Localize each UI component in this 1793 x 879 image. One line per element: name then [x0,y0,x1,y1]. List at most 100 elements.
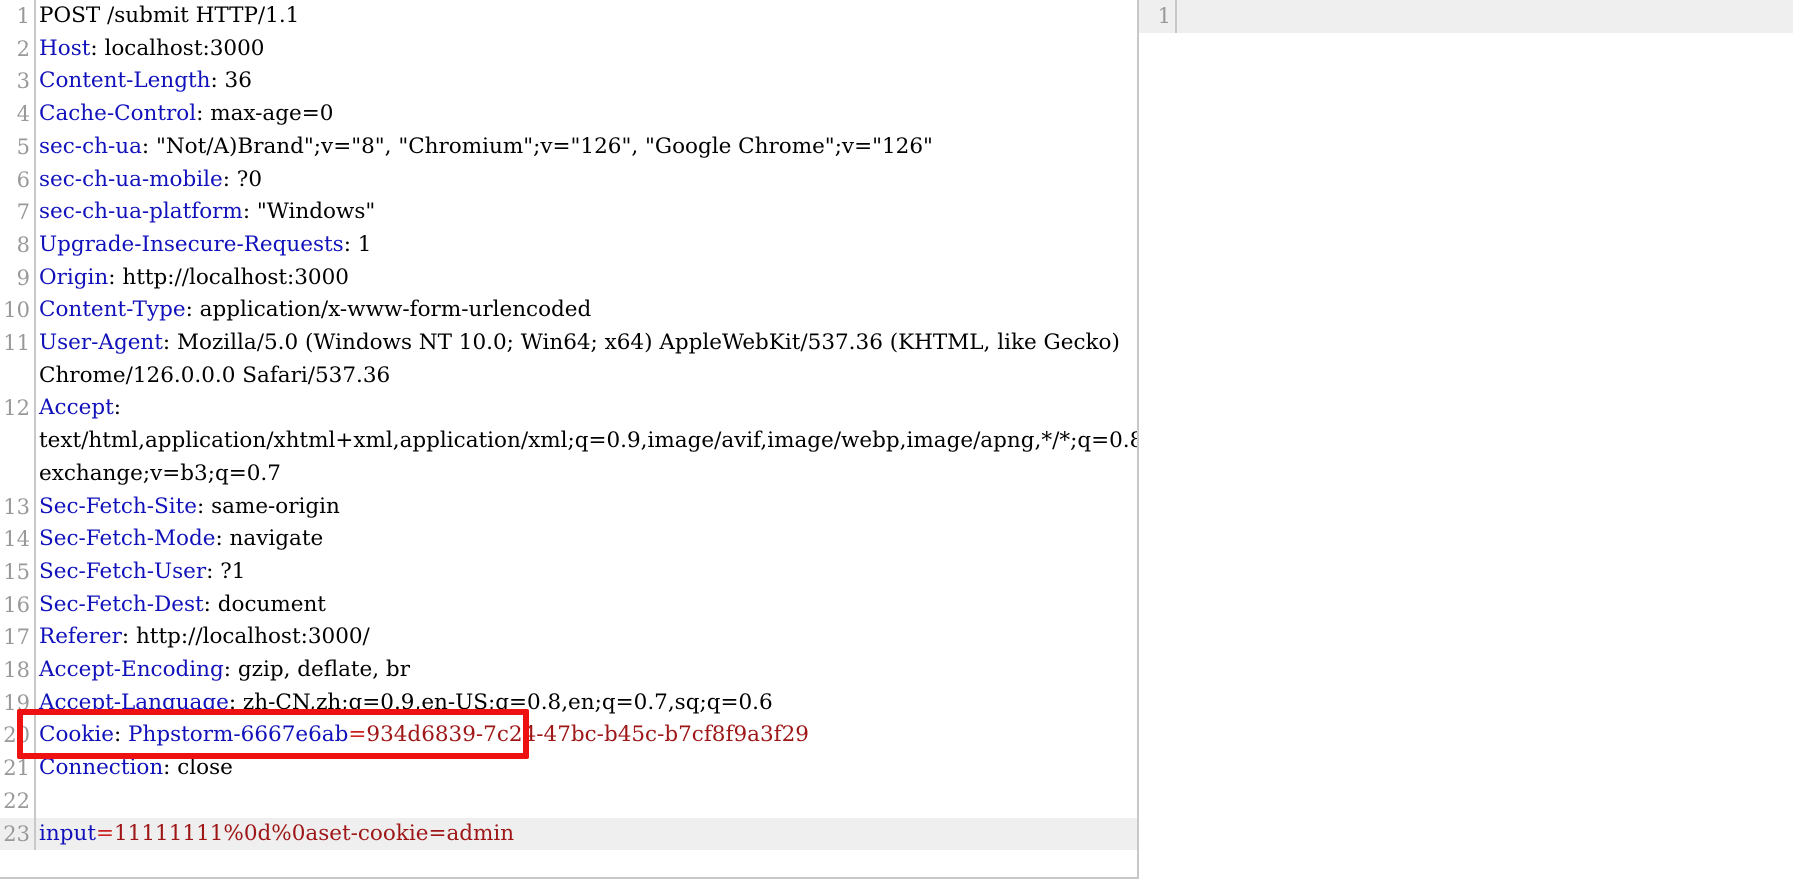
code-line-text[interactable]: Sec-Fetch-Site: same-origin [36,491,1137,524]
code-line-text[interactable]: Sec-Fetch-User: ?1 [36,556,1137,589]
code-token: : 36 [210,68,252,94]
code-token: : close [163,755,233,781]
line-number: 16 [3,592,30,617]
code-line-text[interactable]: Connection: close [36,752,1137,785]
code-token: Accept [39,395,114,421]
code-line[interactable]: 15 Sec-Fetch-User: ?1 [0,555,1137,589]
code-token: : "Windows" [242,199,376,225]
line-number: 11 [3,331,30,356]
code-line[interactable]: 13 Sec-Fetch-Site: same-origin [0,490,1137,524]
code-line-text[interactable]: Content-Length: 36 [36,65,1137,98]
code-token: : navigate [215,526,324,552]
code-line[interactable]: 5 sec-ch-ua: "Not/A)Brand";v="8", "Chromi… [0,130,1137,164]
line-number: 7 [16,200,30,225]
code-line[interactable]: 23 input=11111111%0d%0aset-cookie=admin [0,817,1137,851]
code-token: Accept-Encoding [39,657,224,683]
code-line-text[interactable]: sec-ch-ua-platform: "Windows" [36,196,1137,229]
code-line[interactable]: 18 Accept-Encoding: gzip, deflate, br [0,654,1137,687]
code-line[interactable]: 10 Content-Type: application/x-www-form-u… [0,294,1137,328]
code-token: Sec-Fetch-Dest [39,591,204,617]
code-token: : http://localhost:3000 [108,264,349,290]
code-token: : ?1 [206,558,246,584]
code-line-text[interactable] [36,785,1137,818]
code-line-text[interactable]: Upgrade-Insecure-Requests: 1 [36,229,1137,262]
code-line-text[interactable]: Sec-Fetch-Mode: navigate [36,523,1137,556]
line-number: 4 [16,102,30,127]
code-token: Cookie [39,722,114,748]
code-line[interactable]: 21 Connection: close [0,752,1137,785]
line-number: 1 [16,4,30,28]
line-number: 18 [3,658,30,683]
code-line[interactable]: 16 Sec-Fetch-Dest: document [0,588,1137,622]
request-line-list[interactable]: 1 POST /submit HTTP/1.1 2 Host: localhost:3… [0,0,1137,851]
code-line[interactable]: 1 [1139,0,1793,33]
code-line[interactable]: 8 Upgrade-Insecure-Requests: 1 [0,228,1137,262]
code-line-text[interactable]: Cache-Control: max-age=0 [36,98,1137,131]
line-number: 6 [16,167,30,192]
line-number: 5 [16,134,30,159]
code-token: User-Agent [39,330,163,356]
code-line[interactable]: 2 Host: localhost:3000 [0,32,1137,66]
code-line-text[interactable]: Accept-Encoding: gzip, deflate, br [36,654,1137,687]
code-line[interactable]: 20 Cookie: Phpstorm-6667e6ab=934d6839-7c2… [0,719,1137,753]
code-token: Origin [39,264,109,290]
line-number: 21 [3,756,30,781]
code-line[interactable]: 11 User-Agent: Mozilla/5.0 (Windows NT 10… [0,327,1137,393]
code-line[interactable]: 19 Accept-Language: zh-CN,zh;q=0.9,en-US;… [0,686,1137,720]
line-number: 12 [3,396,30,421]
line-number: 10 [3,298,30,323]
code-line-text[interactable]: Origin: http://localhost:3000 [36,262,1137,295]
line-number: 15 [3,559,30,584]
line-number: 1 [1139,0,1175,33]
code-token: : ?0 [222,166,263,192]
request-pane[interactable]: 1 POST /submit HTTP/1.1 2 Host: localhost:3… [0,0,1137,879]
line-number: 22 [3,788,30,813]
line-number: 14 [3,527,30,552]
code-token: sec-ch-ua-mobile [39,166,223,192]
line-number: 9 [16,265,30,290]
code-line-text[interactable]: Sec-Fetch-Dest: document [36,589,1137,622]
code-line-text[interactable]: Referer: http://localhost:3000/ [36,621,1137,654]
code-token: : max-age=0 [196,101,334,127]
response-pane[interactable]: 1 [1139,0,1793,879]
code-line-text[interactable]: Content-Type: application/x-www-form-url… [36,294,1137,327]
code-token: POST /submit HTTP/1.1 [39,3,300,28]
code-token: = [348,722,367,748]
code-line[interactable]: 22 [0,784,1137,818]
code-line[interactable]: 9 Origin: http://localhost:3000 [0,261,1137,295]
code-token: = [95,820,114,846]
code-line-text[interactable]: POST /submit HTTP/1.1 [36,0,1137,33]
code-token: Connection [39,755,164,781]
code-token: Cache-Control [39,101,197,127]
code-line-text[interactable]: Cookie: Phpstorm-6667e6ab=934d6839-7c24-… [36,719,1137,752]
code-token: : document [203,591,326,617]
http-request-response-viewer: 1 POST /submit HTTP/1.1 2 Host: localhost:3… [0,0,1793,879]
code-token: Sec-Fetch-Mode [39,526,216,552]
line-number: 3 [16,69,30,94]
code-token: Upgrade-Insecure-Requests [39,231,344,257]
code-line-text[interactable] [1177,0,1793,33]
code-line[interactable]: 1 POST /submit HTTP/1.1 [0,0,1137,33]
response-line-list[interactable]: 1 [1139,0,1793,33]
code-line[interactable]: 3 Content-Length: 36 [0,65,1137,99]
code-line[interactable]: 4 Cache-Control: max-age=0 [0,98,1137,131]
code-line-text[interactable]: Host: localhost:3000 [36,33,1137,66]
code-token: : text/html,application/xhtml+xml,applic… [39,395,1137,486]
code-line-text[interactable]: sec-ch-ua: "Not/A)Brand";v="8", "Chromiu… [36,131,1137,164]
code-line[interactable]: 14 Sec-Fetch-Mode: navigate [0,523,1137,556]
code-line-text[interactable]: input=11111111%0d%0aset-cookie=admin [36,817,1137,851]
code-token: : localhost:3000 [90,35,265,61]
code-token: Accept-Language [39,689,229,715]
code-line[interactable]: 17 Referer: http://localhost:3000/ [0,621,1137,655]
code-line[interactable]: 6 sec-ch-ua-mobile: ?0 [0,163,1137,197]
code-line-text[interactable]: Accept-Language: zh-CN,zh;q=0.9,en-US;q=… [36,687,1137,720]
code-token: 11111111%0d%0aset-cookie=admin [114,820,515,846]
code-line[interactable]: 7 sec-ch-ua-platform: "Windows" [0,196,1137,229]
code-line[interactable]: 12 Accept: text/html,application/xhtml+xm… [0,392,1137,491]
code-token: Referer [39,624,122,650]
code-token: : Mozilla/5.0 (Windows NT 10.0; Win64; x… [39,330,1127,388]
code-line-text[interactable]: Accept: text/html,application/xhtml+xml,… [36,392,1137,490]
code-line-text[interactable]: User-Agent: Mozilla/5.0 (Windows NT 10.0… [36,327,1137,392]
code-line-text[interactable]: sec-ch-ua-mobile: ?0 [36,164,1137,197]
code-token: : zh-CN,zh;q=0.9,en-US;q=0.8,en;q=0.7,sq… [228,689,773,715]
